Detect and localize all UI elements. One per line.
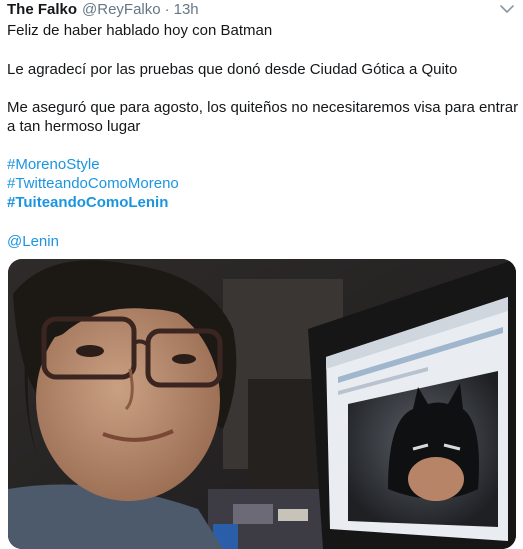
chevron-down-icon[interactable] — [499, 3, 515, 15]
tweet-text-line-3: Me aseguró que para agosto, los quiteños… — [7, 99, 519, 116]
user-handle[interactable]: @ReyFalko — [82, 1, 161, 18]
mention-link[interactable]: @Lenin — [7, 232, 59, 251]
timestamp[interactable]: 13h — [174, 1, 199, 18]
tweet-header: The Falko @ReyFalko · 13h — [7, 1, 199, 19]
tweet-text-line-4: a tan hermoso lugar — [7, 118, 141, 135]
tweet: The Falko @ReyFalko · 13h Feliz de haber… — [0, 0, 523, 549]
display-name[interactable]: The Falko — [7, 1, 77, 18]
separator-dot: · — [164, 1, 170, 18]
tweet-text-line-2: Le agradecí por las pruebas que donó des… — [7, 61, 458, 78]
photo-illustration — [8, 259, 516, 549]
hashtag-link-highlighted[interactable]: #TuiteandoComoLenin — [7, 193, 168, 212]
tweet-text-line-1: Feliz de haber hablado hoy con Batman — [7, 22, 273, 39]
hashtag-link[interactable]: #TwitteandoComoMoreno — [7, 174, 179, 193]
hashtag-link[interactable]: #MorenoStyle — [7, 155, 100, 174]
tweet-photo[interactable] — [8, 259, 516, 549]
